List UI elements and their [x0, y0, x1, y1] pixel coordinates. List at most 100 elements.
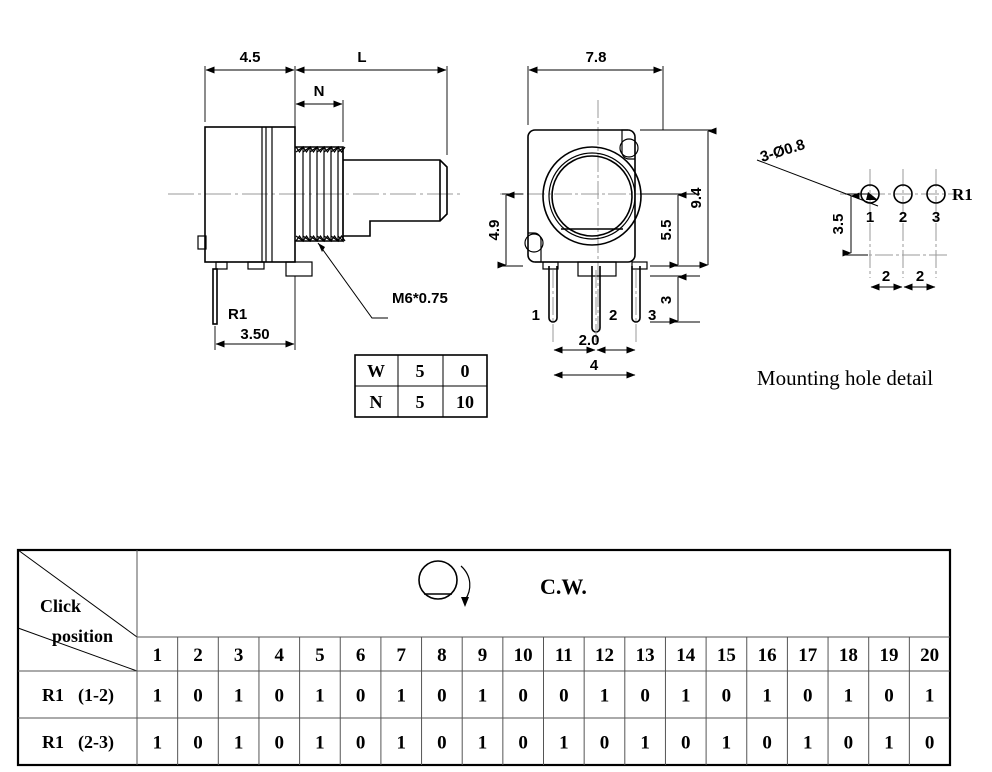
click-table-position-header: 14: [676, 645, 696, 666]
dim-mount-vertical: 3.5: [830, 214, 847, 235]
click-table-cell: 1: [234, 686, 244, 707]
click-table-cell: 1: [681, 686, 691, 707]
click-table-cell: 1: [478, 686, 488, 707]
dim-mount-pitch-2: 2: [916, 268, 924, 285]
click-table-cell: 1: [844, 686, 854, 707]
click-table-position-header: 15: [717, 645, 736, 666]
side-view-pin-stub-left: [215, 261, 228, 270]
click-table-position-header: 16: [758, 645, 777, 666]
technical-drawing-canvas: 4.5 L N M6*0.75 R1 3.50 W 5 0 N 5 10 1 2…: [16, 49, 973, 767]
click-table-cell: 0: [925, 733, 935, 754]
dim-pin-span: 4: [590, 357, 599, 374]
click-table-cell: 0: [722, 686, 732, 707]
dim-shaft-total: L: [357, 49, 366, 66]
click-table-cell: 1: [478, 733, 488, 754]
click-table-diagonal-1: [17, 549, 138, 638]
click-table-position-header: 4: [275, 645, 285, 666]
click-table-position-header: 2: [193, 645, 203, 666]
front-view-body: [527, 129, 636, 263]
curved-arrow-icon: [460, 565, 471, 601]
click-table-cell: 0: [640, 686, 650, 707]
side-view: 4.5 L N M6*0.75 R1 3.50: [168, 49, 460, 350]
front-view-ear-top-right: [621, 129, 635, 160]
click-table-cell: 1: [396, 686, 406, 707]
click-row-0-pins: (1-2): [78, 685, 114, 706]
label-terminal-ref: R1: [228, 306, 247, 323]
click-table-position-header: 19: [880, 645, 899, 666]
front-view-outer-circle: [542, 146, 642, 246]
click-table-position-header: 8: [437, 645, 447, 666]
wn-row-1-label: N: [370, 392, 383, 412]
click-row-1-label: R1: [42, 732, 64, 752]
click-table-cell: 0: [193, 686, 203, 707]
dim-pin-len: 3: [658, 296, 675, 304]
front-view-mid-circle: [548, 152, 636, 240]
click-table-position-header: 17: [798, 645, 818, 666]
click-table-position-header: 7: [396, 645, 406, 666]
click-table-cell: 0: [884, 686, 894, 707]
dim-front-height-total: 9.4: [688, 187, 705, 209]
wn-row-0-label: W: [367, 361, 385, 381]
click-table-cell: 1: [925, 686, 935, 707]
click-table-cell: 0: [600, 733, 610, 754]
click-table-cell: 0: [275, 686, 285, 707]
wn-row-0-val-1: 0: [461, 361, 470, 381]
mounting-hole-detail: 1 2 3 R1 3-Ø0.8 3.5 2 2 Mounting hole de…: [756, 136, 973, 390]
click-table-position-header: 11: [555, 645, 573, 666]
dim-front-height-body: 5.5: [658, 220, 675, 241]
mount-leader-arrowhead: [866, 192, 878, 200]
label-thread-spec: M6*0.75: [392, 290, 448, 307]
click-table-position-header: 13: [636, 645, 655, 666]
wn-row-1-val-1: 10: [456, 392, 474, 412]
click-table-cell: 0: [356, 733, 366, 754]
click-row-1-pins: (2-3): [78, 732, 114, 753]
click-table-position-header: 3: [234, 645, 244, 666]
click-table-position-header: 20: [920, 645, 939, 666]
mount-hole-label-2: 2: [899, 209, 907, 226]
front-view-shaft-circle: [551, 155, 633, 237]
dim-front-width: 7.8: [586, 49, 607, 66]
click-table-cell: 1: [762, 686, 772, 707]
front-view-pin-label-2: 2: [609, 307, 617, 324]
click-table-cell: 1: [600, 686, 610, 707]
click-table-cell: 1: [396, 733, 406, 754]
dim-thread-len: N: [314, 83, 325, 100]
click-table-cell: 1: [153, 733, 163, 754]
click-table-cell: 1: [234, 733, 244, 754]
mount-hole-label-3: 3: [932, 209, 940, 226]
click-table-corner-label-1: Click: [40, 596, 81, 616]
front-view-ear-bottom-left: [528, 232, 542, 263]
click-table-position-header: 18: [839, 645, 858, 666]
dim-front-height-left: 4.9: [486, 220, 503, 241]
click-row-0-label: R1: [42, 685, 64, 705]
leader-thread-spec: [317, 242, 388, 319]
dim-mount-pitch-1: 2: [882, 268, 890, 285]
click-table-cell: 0: [437, 686, 447, 707]
click-table-cell: 1: [153, 686, 163, 707]
dim-pin-pitch: 2.0: [579, 332, 600, 349]
click-table-cell: 0: [356, 686, 366, 707]
click-table-corner-label-2: position: [52, 626, 113, 646]
click-table-cell: 1: [884, 733, 894, 754]
front-view-pin-label-3: 3: [648, 307, 656, 324]
side-view-terminal-lead: [212, 268, 218, 325]
mounting-detail-caption: Mounting hole detail: [757, 366, 933, 390]
wn-row-1-val-0: 5: [416, 392, 425, 412]
mount-hole-note: 3-Ø0.8: [758, 136, 807, 166]
click-table-cell: 1: [640, 733, 650, 754]
click-table-cell: 0: [844, 733, 854, 754]
wn-row-0-val-0: 5: [416, 361, 425, 381]
front-view-pin-label-1: 1: [532, 307, 540, 324]
click-table-cell: 0: [803, 686, 813, 707]
click-table-cell: 0: [275, 733, 285, 754]
curved-arrow-head-icon: [461, 597, 469, 607]
click-table-position-header: 1: [153, 645, 163, 666]
wn-table: W 5 0 N 5 10: [354, 354, 488, 418]
click-table-rotation-label: C.W.: [540, 574, 587, 599]
dim-body-width: 4.5: [240, 49, 261, 66]
front-view: 1 2 3 7.8 4.9 5.5 9.4 3 2.0 4: [486, 49, 717, 379]
mount-ref-label: R1: [952, 185, 973, 204]
mount-leader-line: [756, 159, 879, 207]
dim-terminal-len: 3.50: [240, 326, 269, 343]
click-table-cell: 0: [518, 733, 528, 754]
